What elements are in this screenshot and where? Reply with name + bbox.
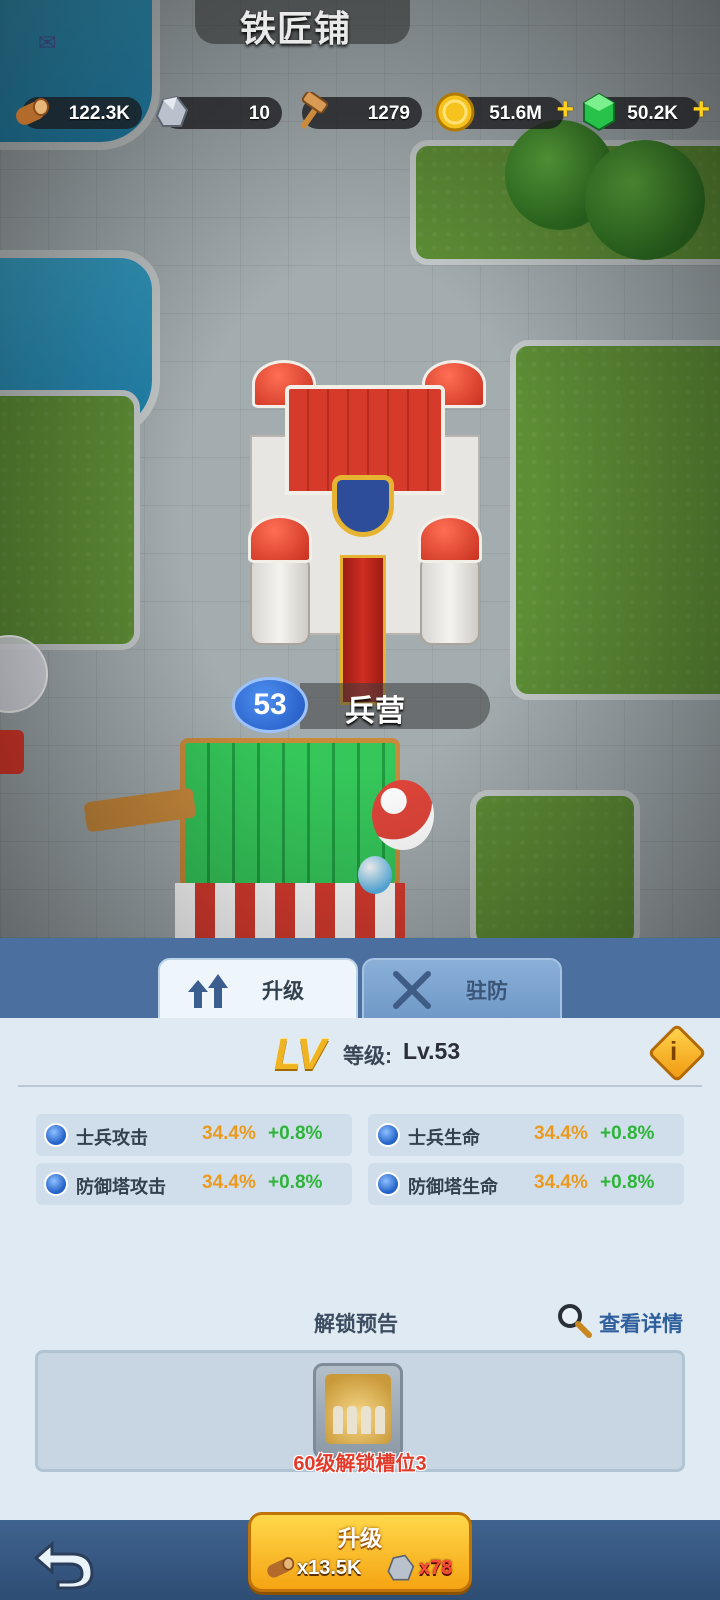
stat-base-value: 34.4% <box>534 1123 588 1144</box>
stat-increase: +0.8% <box>600 1172 655 1193</box>
red-notification-icon[interactable] <box>0 730 24 774</box>
upgrade-arrows-icon <box>184 970 232 1010</box>
blue-orb-icon <box>44 1123 68 1147</box>
magnifier-icon[interactable] <box>556 1302 592 1338</box>
resource-gold[interactable]: 51.6M + <box>435 92 574 132</box>
blue-orb-icon <box>376 1123 400 1147</box>
building-level-badge: 53 <box>232 677 308 733</box>
ore-cost: x78 <box>419 1557 453 1579</box>
stat-name: 士兵生命 <box>408 1128 480 1148</box>
stat-name: 防御塔攻击 <box>76 1177 166 1197</box>
shield-emblem-icon <box>332 475 394 537</box>
stat-name: 防御塔生命 <box>408 1177 498 1197</box>
view-details-link[interactable]: 查看详情 <box>599 1308 683 1338</box>
grass-patch <box>0 390 140 650</box>
blue-orb-icon <box>44 1172 68 1196</box>
tower-roof <box>248 515 312 563</box>
page-title: 铁匠铺 <box>240 8 352 49</box>
stat-increase: +0.8% <box>600 1123 655 1144</box>
soldier-figure <box>361 1406 371 1434</box>
back-button[interactable] <box>30 1536 100 1592</box>
panel-footer: 升级 x13.5K x78 <box>0 1512 720 1600</box>
resource-value: 122.3K <box>68 103 130 124</box>
balloon-icon <box>358 856 392 894</box>
stat-row: 士兵攻击 34.4% +0.8% <box>36 1114 352 1156</box>
castle-tower <box>420 555 480 645</box>
unlock-preview-title: 解锁预告 <box>314 1313 398 1336</box>
stat-row: 防御塔攻击 34.4% +0.8% <box>36 1163 352 1205</box>
grass-patch <box>510 340 720 700</box>
resource-value: 10 <box>248 103 270 124</box>
chat-icon: ✉ <box>38 30 57 55</box>
soldier-figure <box>333 1406 343 1434</box>
resource-gem[interactable]: 50.2K + <box>583 92 710 132</box>
tab-upgrade[interactable]: 升级 <box>158 958 358 1022</box>
level-logo: LV <box>274 1030 326 1079</box>
unlock-slot-card[interactable] <box>313 1363 403 1459</box>
barracks-building[interactable] <box>240 355 490 705</box>
soldier-figure <box>375 1406 385 1434</box>
green-gem-icon <box>576 89 622 135</box>
hammer-icon <box>288 89 334 135</box>
blue-orb-icon <box>376 1172 400 1196</box>
divider <box>18 1085 702 1087</box>
tab-label: 驻防 <box>466 980 508 1003</box>
building-name: 兵营 <box>345 695 405 728</box>
info-icon: i <box>670 1036 678 1066</box>
map-scene[interactable]: 53 兵营 ✉ 铁匠铺 122.3K 10 1279 51.6M + 50.2K… <box>0 0 720 938</box>
unlock-requirement-label: 60级解锁槽位3 <box>293 1453 427 1475</box>
gold-coin-icon <box>432 89 478 135</box>
stat-base-value: 34.4% <box>534 1172 588 1193</box>
upgrade-button[interactable]: 升级 x13.5K x78 <box>248 1512 472 1592</box>
stat-row: 士兵生命 34.4% +0.8% <box>368 1114 684 1156</box>
soldiers-troop-icon <box>325 1374 391 1444</box>
building-panel: 升级 驻防 LV 等级: Lv.53 i 士兵攻击 34.4% +0.8% 士兵… <box>0 938 720 1600</box>
stat-name: 士兵攻击 <box>76 1128 148 1148</box>
resource-value: 51.6M <box>489 103 542 124</box>
stat-increase: +0.8% <box>268 1123 323 1144</box>
tree <box>585 140 705 260</box>
castle-tower <box>250 555 310 645</box>
stat-row: 防御塔生命 34.4% +0.8% <box>368 1163 684 1205</box>
wood-cost: x13.5K <box>297 1557 362 1579</box>
resource-ore[interactable]: 10 <box>155 95 282 129</box>
tab-label: 升级 <box>262 980 304 1003</box>
resource-value: 1279 <box>367 103 410 124</box>
soldier-figure <box>347 1406 357 1434</box>
add-gem-button[interactable]: + <box>692 95 710 125</box>
upgrade-button-label: 升级 <box>337 1526 382 1551</box>
ore-rock-icon <box>383 1553 417 1583</box>
stat-base-value: 34.4% <box>202 1123 256 1144</box>
tower-roof <box>418 515 482 563</box>
level-value: Lv.53 <box>403 1038 461 1064</box>
wood-log-icon <box>263 1553 297 1583</box>
back-arrow-icon <box>33 1540 94 1590</box>
ore-rock-icon <box>148 89 194 135</box>
tab-garrison[interactable]: 驻防 <box>362 958 562 1022</box>
wood-log-icon <box>8 89 54 135</box>
grass-patch <box>470 790 640 938</box>
level-row: LV 等级: Lv.53 i <box>0 1018 720 1086</box>
shop-building[interactable] <box>160 738 434 938</box>
resource-wood[interactable]: 122.3K <box>16 97 142 129</box>
crossed-swords-icon <box>388 970 436 1010</box>
stat-base-value: 34.4% <box>202 1172 256 1193</box>
resource-hammer[interactable]: 1279 <box>300 92 422 129</box>
upgrade-tab-content: LV 等级: Lv.53 i 士兵攻击 34.4% +0.8% 士兵生命 34.… <box>0 1018 720 1520</box>
resource-value: 50.2K <box>627 103 678 124</box>
level-label: 等级: <box>343 1045 392 1068</box>
add-gold-button[interactable]: + <box>556 95 574 125</box>
stat-increase: +0.8% <box>268 1172 323 1193</box>
balloon-icon <box>372 780 434 850</box>
